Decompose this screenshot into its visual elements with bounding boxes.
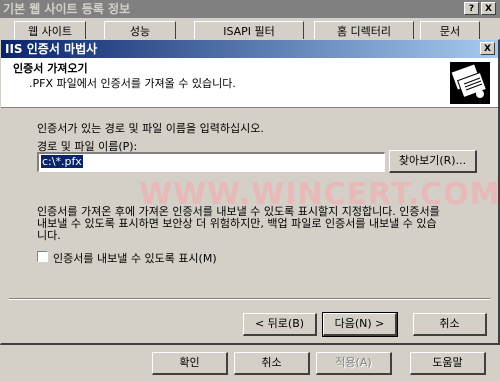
iis-certificate-wizard: IIS 인증서 마법사 X 인증서 가져오기 .PFX 파일에서 인증서를 가져…: [0, 39, 500, 345]
tab-web-site[interactable]: 웹 사이트: [14, 21, 86, 41]
help-button[interactable]: ?: [464, 2, 479, 15]
back-button[interactable]: < 뒤로(B): [243, 313, 317, 336]
background-cancel-button[interactable]: 취소: [234, 352, 310, 375]
background-tab-strip: 웹 사이트 성능 ISAPI 필터 홈 디렉터리 문서: [6, 21, 494, 41]
path-input-value: c:\*.pfx: [41, 155, 83, 168]
background-dialog-title: 기본 웹 사이트 등록 정보 ? X: [0, 0, 500, 18]
wizard-titlebar: IIS 인증서 마법사 X: [1, 40, 498, 58]
path-input[interactable]: c:\*.pfx: [37, 152, 385, 172]
exportable-checkbox-label[interactable]: 인증서를 내보낼 수 있도록 표시(M): [53, 250, 217, 266]
path-instruction: 인증서가 있는 경로 및 파일 이름을 입력하십시오.: [37, 122, 264, 135]
background-help-button[interactable]: 도움말: [410, 352, 486, 375]
tab-documents[interactable]: 문서: [420, 21, 480, 41]
ok-button[interactable]: 확인: [152, 352, 228, 375]
wizard-title: IIS 인증서 마법사: [5, 42, 98, 56]
tab-performance[interactable]: 성능: [104, 21, 176, 41]
wizard-header-subtitle: .PFX 파일에서 인증서를 가져올 수 있습니다.: [29, 77, 236, 90]
wizard-separator: [9, 298, 490, 300]
background-dialog-title-text: 기본 웹 사이트 등록 정보: [3, 2, 131, 16]
wizard-header-title: 인증서 가져오기: [13, 62, 88, 75]
wizard-header: 인증서 가져오기 .PFX 파일에서 인증서를 가져올 수 있습니다.: [1, 58, 498, 108]
certificate-icon: [450, 62, 490, 104]
apply-button[interactable]: 적용(A): [316, 352, 392, 375]
wizard-cancel-button[interactable]: 취소: [413, 313, 487, 336]
description-line-2: 내보낼 수 있도록 표시하면 보안상 더 위험하지만, 백업 파일로 인증서를 …: [37, 217, 437, 230]
tab-home-directory[interactable]: 홈 디렉터리: [314, 21, 414, 41]
background-close-button[interactable]: X: [481, 2, 496, 15]
wizard-close-button[interactable]: X: [480, 42, 495, 55]
next-button[interactable]: 다음(N) >: [322, 312, 398, 337]
exportable-checkbox[interactable]: [37, 251, 48, 262]
tab-isapi-filters[interactable]: ISAPI 필터: [194, 21, 304, 41]
description-line-3: 니다.: [37, 229, 61, 242]
browse-button[interactable]: 찾아보기(R)...: [389, 150, 477, 173]
